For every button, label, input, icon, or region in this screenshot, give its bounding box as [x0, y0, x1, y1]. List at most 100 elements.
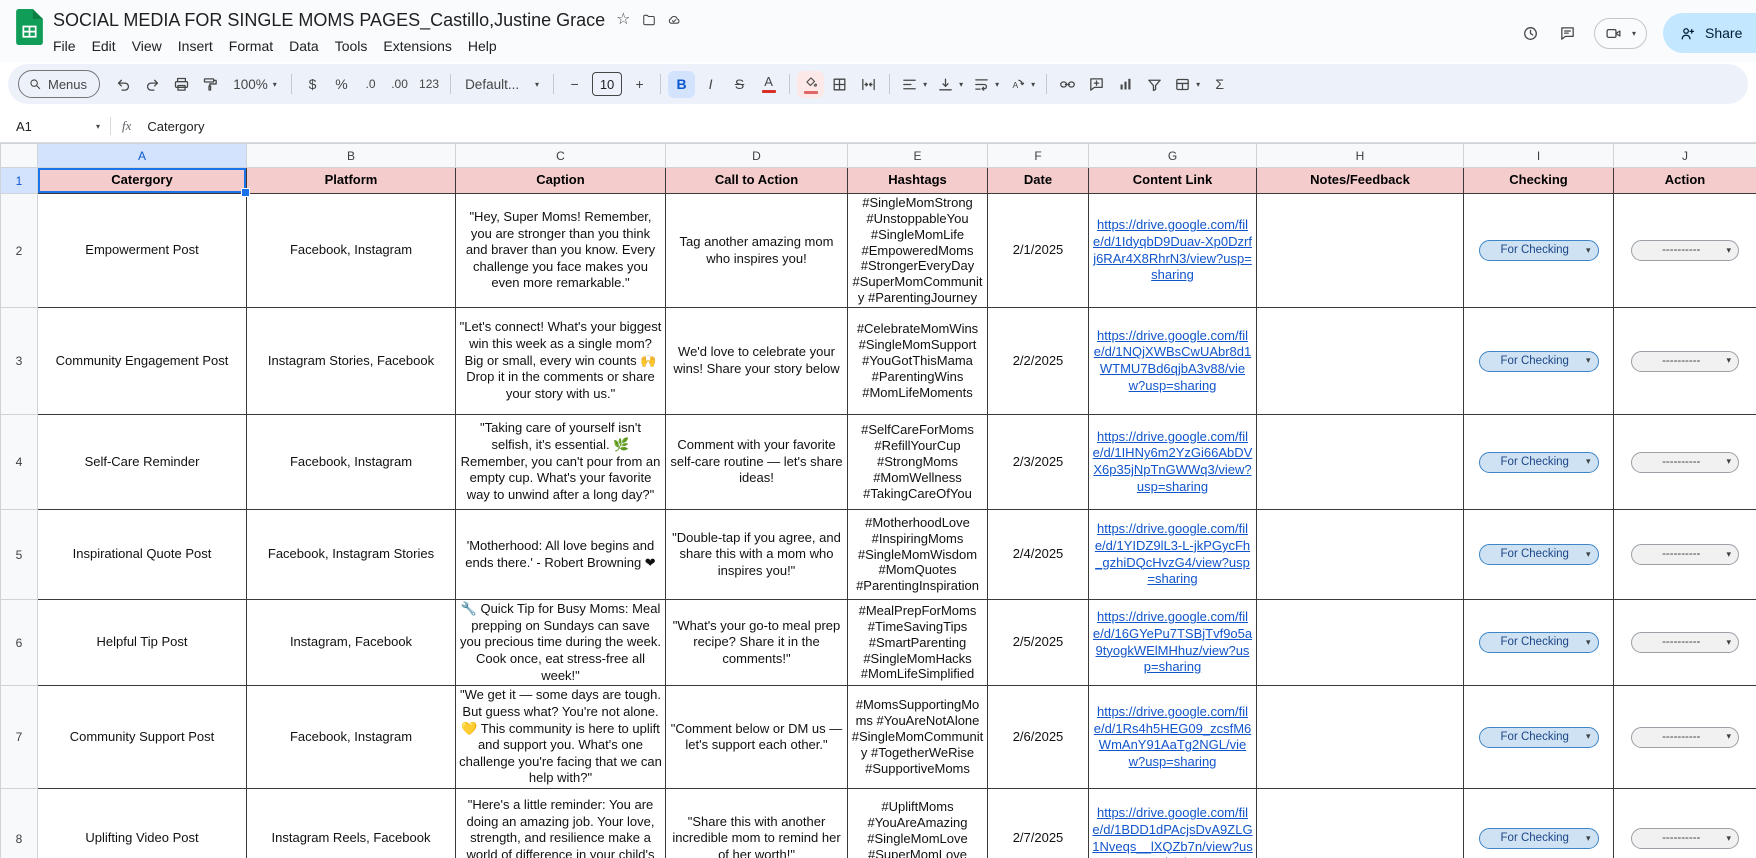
row-header-4[interactable]: 4 — [0, 414, 38, 511]
horizontal-align-button[interactable]: ▾ — [897, 71, 931, 98]
more-formats-button[interactable]: 123 — [415, 71, 443, 98]
bold-button[interactable]: B — [668, 70, 696, 98]
cell-content-link[interactable]: https://drive.google.com/file/d/1Rs4h5HE… — [1088, 685, 1257, 790]
action-dropdown[interactable]: ---------- ▾ — [1631, 451, 1739, 473]
text-rotation-button[interactable]: A ▾ — [1005, 71, 1039, 98]
cell-category[interactable]: Empowerment Post — [37, 192, 247, 309]
cell-category[interactable]: Community Support Post — [37, 685, 247, 790]
menu-edit[interactable]: Edit — [84, 35, 124, 57]
column-header-c[interactable]: C — [455, 143, 666, 168]
version-history-button[interactable] — [1520, 23, 1541, 44]
row-header-2[interactable]: 2 — [0, 192, 38, 309]
row-header-7[interactable]: 7 — [0, 685, 38, 790]
menu-format[interactable]: Format — [221, 35, 281, 57]
select-all-corner[interactable] — [0, 143, 38, 168]
cell-platform[interactable]: Facebook, Instagram — [246, 192, 456, 309]
drive-link[interactable]: https://drive.google.com/file/d/16GYePu7… — [1093, 609, 1252, 674]
format-percent-button[interactable]: % — [328, 71, 355, 98]
cell-caption[interactable]: "Here's a little reminder: You are doing… — [455, 788, 666, 858]
header-cell-hashtags[interactable]: Hashtags — [847, 167, 988, 194]
sheets-logo-icon[interactable] — [16, 9, 43, 50]
cell-date[interactable]: 2/7/2025 — [987, 788, 1089, 858]
cell-date[interactable]: 2/2/2025 — [987, 307, 1089, 416]
cell-checking[interactable]: For Checking ▾ — [1463, 192, 1614, 309]
insert-chart-button[interactable] — [1112, 71, 1139, 98]
cell-platform[interactable]: Facebook, Instagram Stories — [246, 509, 456, 601]
cell-notes[interactable] — [1256, 788, 1464, 858]
cell-platform[interactable]: Instagram Stories, Facebook — [246, 307, 456, 416]
column-header-h[interactable]: H — [1256, 143, 1464, 168]
header-cell-notes[interactable]: Notes/Feedback — [1256, 167, 1464, 194]
cell-checking[interactable]: For Checking ▾ — [1463, 685, 1614, 790]
row-header-5[interactable]: 5 — [0, 509, 38, 601]
formula-input[interactable]: Catergory — [147, 119, 204, 134]
cell-platform[interactable]: Instagram Reels, Facebook — [246, 788, 456, 858]
star-icon[interactable]: ☆ — [616, 12, 630, 28]
cell-hashtags[interactable]: #UpliftMoms #YouAreAmazing #SingleMomLov… — [847, 788, 988, 858]
cell-caption[interactable]: "Hey, Super Moms! Remember, you are stro… — [455, 192, 666, 309]
cell-action[interactable]: ---------- ▾ — [1613, 307, 1756, 416]
row-header-3[interactable]: 3 — [0, 307, 38, 416]
menus-button[interactable]: Menus — [18, 70, 101, 98]
cell-hashtags[interactable]: #SingleMomStrong #UnstoppableYou #Single… — [847, 192, 988, 309]
paint-format-button[interactable] — [197, 71, 224, 98]
cell-date[interactable]: 2/3/2025 — [987, 414, 1089, 511]
action-dropdown[interactable]: ---------- ▾ — [1631, 828, 1739, 850]
checking-dropdown[interactable]: For Checking ▾ — [1478, 828, 1599, 850]
row-header-6[interactable]: 6 — [0, 599, 38, 687]
cell-call-to-action[interactable]: "What's your go-to meal prep recipe? Sha… — [665, 599, 848, 687]
text-color-button[interactable]: A — [755, 71, 782, 98]
cell-category[interactable]: Helpful Tip Post — [37, 599, 247, 687]
checking-dropdown[interactable]: For Checking ▾ — [1478, 240, 1599, 261]
action-dropdown[interactable]: ---------- ▾ — [1631, 632, 1739, 654]
action-dropdown[interactable]: ---------- ▾ — [1631, 350, 1739, 372]
cell-category[interactable]: Inspirational Quote Post — [37, 509, 247, 601]
cell-notes[interactable] — [1256, 509, 1464, 601]
cell-checking[interactable]: For Checking ▾ — [1463, 788, 1614, 858]
zoom-selector[interactable]: 100% ▾ — [226, 71, 284, 98]
cell-notes[interactable] — [1256, 192, 1464, 309]
cell-content-link[interactable]: https://drive.google.com/file/d/1NQjXWBs… — [1088, 307, 1257, 416]
header-cell-caption[interactable]: Caption — [455, 167, 666, 194]
cell-platform[interactable]: Facebook, Instagram — [246, 414, 456, 511]
cell-call-to-action[interactable]: "Double-tap if you agree, and share this… — [665, 509, 848, 601]
cell-category[interactable]: Community Engagement Post — [37, 307, 247, 416]
column-header-j[interactable]: J — [1613, 143, 1756, 168]
menu-data[interactable]: Data — [281, 35, 327, 57]
cell-platform[interactable]: Instagram, Facebook — [246, 599, 456, 687]
share-button[interactable]: Share — [1663, 13, 1756, 53]
cell-date[interactable]: 2/5/2025 — [987, 599, 1089, 687]
menu-tools[interactable]: Tools — [327, 35, 376, 57]
font-size-input[interactable]: 10 — [592, 72, 623, 96]
cell-checking[interactable]: For Checking ▾ — [1463, 307, 1614, 416]
cell-action[interactable]: ---------- ▾ — [1613, 788, 1756, 858]
meet-button[interactable]: ▾ — [1593, 17, 1647, 49]
cell-date[interactable]: 2/4/2025 — [987, 509, 1089, 601]
drive-link[interactable]: https://drive.google.com/file/d/1BDD1dPA… — [1092, 805, 1252, 858]
font-family-selector[interactable]: Default... ▾ — [458, 71, 546, 98]
cell-action[interactable]: ---------- ▾ — [1613, 599, 1756, 687]
header-cell-date[interactable]: Date — [987, 167, 1089, 194]
menu-insert[interactable]: Insert — [170, 35, 221, 57]
text-wrap-button[interactable]: ▾ — [969, 71, 1003, 98]
cell-hashtags[interactable]: #CelebrateMomWins #SingleMomSupport #You… — [847, 307, 988, 416]
cell-content-link[interactable]: https://drive.google.com/file/d/1YIDZ9lL… — [1088, 509, 1257, 601]
name-box[interactable]: A1 ▾ — [16, 119, 104, 134]
cell-checking[interactable]: For Checking ▾ — [1463, 599, 1614, 687]
menu-file[interactable]: File — [45, 35, 84, 57]
checking-dropdown[interactable]: For Checking ▾ — [1478, 451, 1599, 473]
drive-link[interactable]: https://drive.google.com/file/d/1YIDZ9lL… — [1095, 521, 1250, 586]
cell-date[interactable]: 2/6/2025 — [987, 685, 1089, 790]
move-folder-icon[interactable] — [642, 13, 656, 27]
merge-cells-button[interactable] — [855, 71, 882, 98]
drive-link[interactable]: https://drive.google.com/file/d/1NQjXWBs… — [1094, 328, 1252, 393]
strikethrough-button[interactable]: S — [726, 71, 753, 98]
cell-caption[interactable]: "Let's connect! What's your biggest win … — [455, 307, 666, 416]
undo-button[interactable] — [110, 71, 137, 98]
decrease-decimals-button[interactable]: .0 — [357, 71, 384, 98]
column-header-d[interactable]: D — [665, 143, 848, 168]
cell-category[interactable]: Uplifting Video Post — [37, 788, 247, 858]
header-cell-content-link[interactable]: Content Link — [1088, 167, 1257, 194]
italic-button[interactable]: I — [697, 71, 724, 98]
cell-hashtags[interactable]: #MotherhoodLove #InspiringMoms #SingleMo… — [847, 509, 988, 601]
